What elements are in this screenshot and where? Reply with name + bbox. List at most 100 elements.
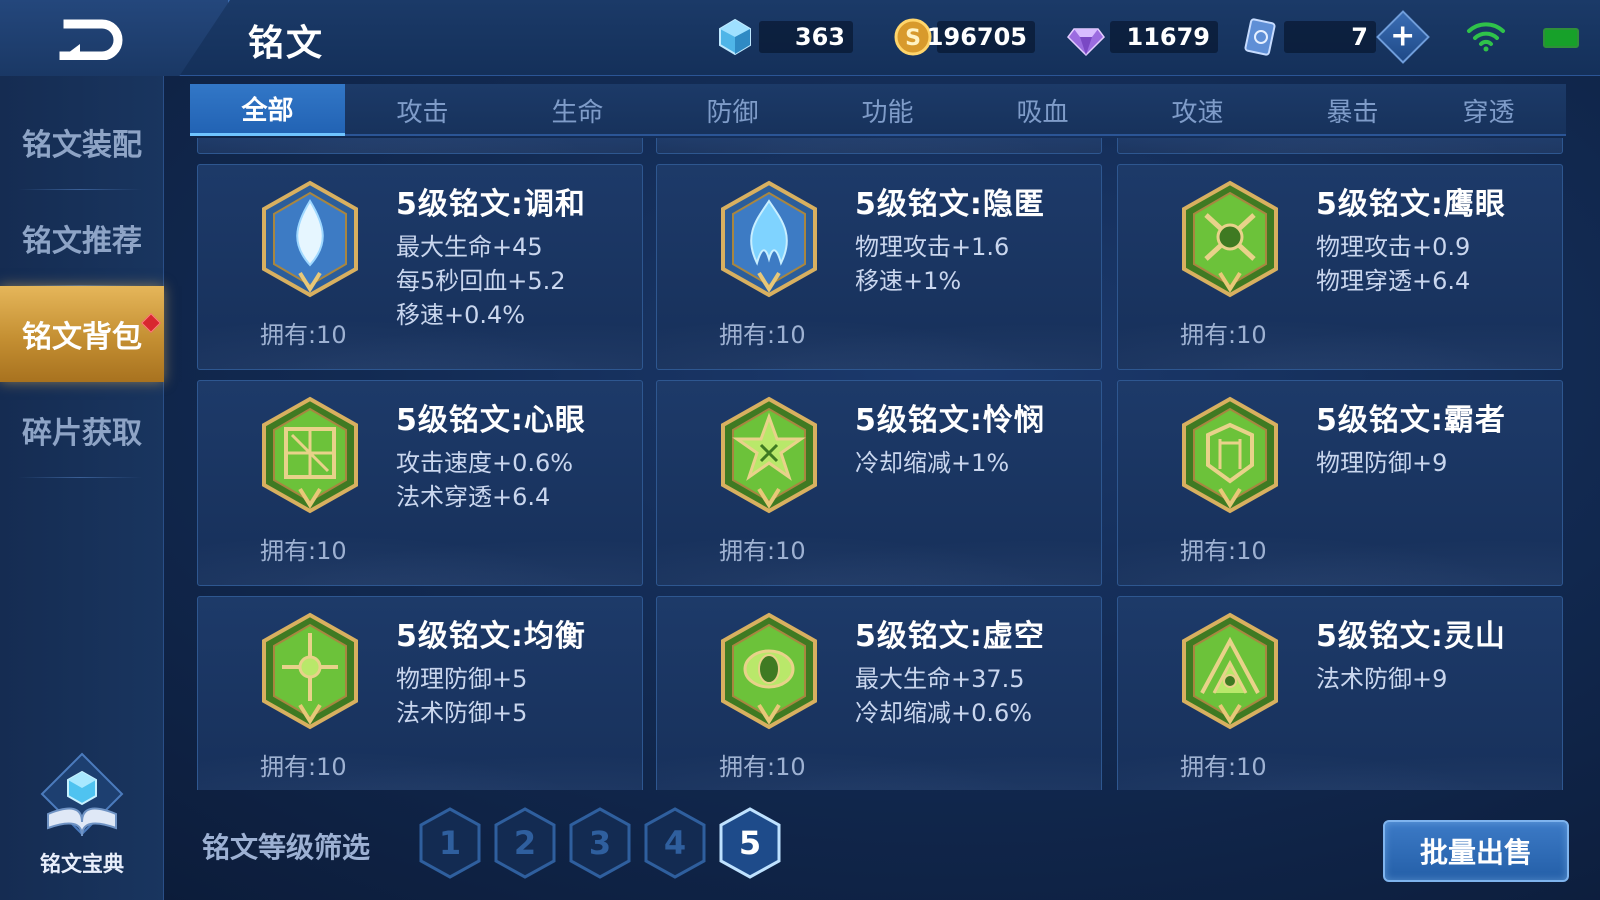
- inscription-card[interactable]: 5级铭文:鹰眼 物理攻击+0.9 物理穿透+6.4 拥有:10: [1117, 164, 1563, 370]
- tab-health[interactable]: 生命: [500, 84, 655, 136]
- spirit-mountain-emblem-icon: [1182, 612, 1278, 730]
- tab-utility[interactable]: 功能: [810, 84, 965, 136]
- owned-count: 拥有:10: [260, 753, 347, 781]
- add-ticket-button[interactable]: +: [1376, 10, 1430, 64]
- gold-counter: S 196705: [893, 17, 1035, 57]
- inscription-card-partial[interactable]: [1117, 138, 1563, 154]
- hawkeye-emblem-icon: [1182, 180, 1278, 298]
- diamond-gem-icon: [1067, 28, 1105, 57]
- overlord-emblem-icon: [1182, 396, 1278, 514]
- sidebar-item-recommend[interactable]: 铭文推荐: [0, 190, 164, 286]
- inscription-card-partial[interactable]: [656, 138, 1102, 154]
- owned-count: 拥有:10: [260, 321, 347, 349]
- ticket-card-icon: [1244, 18, 1276, 56]
- inscription-card[interactable]: 5级铭文:怜悯 冷却缩减+1% 拥有:10: [656, 380, 1102, 586]
- inscription-stat: 最大生命+45: [396, 233, 543, 261]
- page-title: 铭文: [248, 23, 325, 64]
- svg-text:S: S: [905, 26, 921, 51]
- inscription-stat: 每5秒回血+5.2: [396, 267, 566, 295]
- mercy-emblem-icon: [721, 396, 817, 514]
- owned-count: 拥有:10: [1180, 753, 1267, 781]
- inscription-stat: 物理防御+5: [396, 665, 528, 693]
- inscription-stat: 最大生命+37.5: [855, 665, 1025, 693]
- category-tabs: 全部 攻击 生命 防御 功能 吸血 攻速 暴击 穿透: [190, 84, 1566, 136]
- inscription-grid: 5级铭文:调和 最大生命+45 每5秒回血+5.2 移速+0.4% 拥有:10 …: [190, 138, 1566, 790]
- inscription-stat: 移速+0.4%: [396, 301, 526, 329]
- ticket-value: 7: [1284, 21, 1376, 53]
- level-number: 4: [663, 824, 687, 862]
- level-filter-1[interactable]: 1: [417, 806, 483, 880]
- diamond-counter: 11679: [1066, 17, 1218, 57]
- inscription-stat: 冷却缩减+0.6%: [855, 699, 1033, 727]
- level-filter-4[interactable]: 4: [642, 806, 708, 880]
- inscription-stat: 攻击速度+0.6%: [396, 449, 574, 477]
- tab-all[interactable]: 全部: [190, 84, 345, 136]
- blue-crystal-icon: [719, 18, 751, 56]
- sidebar-item-label: 铭文装配: [22, 128, 142, 163]
- inscription-stat: 物理防御+9: [1316, 449, 1448, 477]
- codex-book-icon: [40, 752, 124, 837]
- inscription-name: 5级铭文:均衡: [396, 619, 586, 654]
- battery-icon: [1543, 28, 1579, 48]
- inscription-card[interactable]: 5级铭文:霸者 物理防御+9 拥有:10: [1117, 380, 1563, 586]
- bulk-sell-button[interactable]: 批量出售: [1383, 820, 1569, 882]
- inscription-stat: 物理穿透+6.4: [1316, 267, 1471, 295]
- inscription-name: 5级铭文:调和: [396, 187, 586, 222]
- sidebar-item-label: 铭文推荐: [22, 224, 142, 259]
- inscription-stat: 法术穿透+6.4: [396, 483, 551, 511]
- inscription-screen: 铭文 363 S 196705 11679 7 + 铭文装配 铭文推荐 铭文背包…: [0, 0, 1600, 900]
- sidebar-item-backpack[interactable]: 铭文背包: [0, 286, 164, 382]
- ticket-counter: 7 +: [1240, 10, 1430, 64]
- tab-lifesteal[interactable]: 吸血: [965, 84, 1120, 136]
- owned-count: 拥有:10: [719, 753, 806, 781]
- inscription-card[interactable]: 5级铭文:隐匿 物理攻击+1.6 移速+1% 拥有:10: [656, 164, 1102, 370]
- inscription-name: 5级铭文:灵山: [1316, 619, 1506, 654]
- harmony-emblem-icon: [262, 180, 358, 298]
- stealth-emblem-icon: [721, 180, 817, 298]
- top-bar: 铭文 363 S 196705 11679 7 +: [0, 0, 1600, 76]
- owned-count: 拥有:10: [1180, 321, 1267, 349]
- tab-attack[interactable]: 攻击: [345, 84, 500, 136]
- level-number: 2: [513, 824, 537, 862]
- inscription-card[interactable]: 5级铭文:调和 最大生命+45 每5秒回血+5.2 移速+0.4% 拥有:10: [197, 164, 643, 370]
- inscription-card-partial[interactable]: [197, 138, 643, 154]
- inscription-stat: 法术防御+9: [1316, 665, 1448, 693]
- tab-attack-speed[interactable]: 攻速: [1120, 84, 1275, 136]
- level-number: 3: [588, 824, 612, 862]
- sidebar-item-label: 碎片获取: [22, 416, 142, 451]
- inscription-name: 5级铭文:隐匿: [855, 187, 1045, 222]
- inscription-card[interactable]: 5级铭文:均衡 物理防御+5 法术防御+5 拥有:10: [197, 596, 643, 790]
- blue-crystal-value: 363: [759, 21, 853, 53]
- inscription-stat: 法术防御+5: [396, 699, 528, 727]
- level-number: 1: [438, 824, 462, 862]
- level-filter-label: 铭文等级筛选: [202, 831, 371, 864]
- tab-defense[interactable]: 防御: [655, 84, 810, 136]
- inscription-stat: 冷却缩减+1%: [855, 449, 1010, 477]
- codex-button[interactable]: 铭文宝典: [24, 752, 140, 876]
- inscription-card[interactable]: 5级铭文:灵山 法术防御+9 拥有:10: [1117, 596, 1563, 790]
- gold-value: 196705: [927, 21, 1035, 53]
- inscription-name: 5级铭文:怜悯: [855, 403, 1045, 438]
- sidebar-item-fragments[interactable]: 碎片获取: [0, 382, 164, 478]
- level-filter-3[interactable]: 3: [567, 806, 633, 880]
- codex-label: 铭文宝典: [40, 852, 124, 876]
- tab-critical[interactable]: 暴击: [1275, 84, 1430, 136]
- wifi-icon: [1467, 22, 1505, 52]
- sidebar-item-equip[interactable]: 铭文装配: [0, 94, 164, 190]
- sidebar-item-label: 铭文背包: [22, 320, 142, 355]
- back-arrow-icon[interactable]: [58, 18, 128, 60]
- inscription-name: 5级铭文:心眼: [396, 403, 586, 438]
- mind-eye-emblem-icon: [262, 396, 358, 514]
- level-filter-5[interactable]: 5: [717, 806, 783, 880]
- inscription-stat: 物理攻击+0.9: [1316, 233, 1471, 261]
- tab-penetration[interactable]: 穿透: [1411, 84, 1566, 136]
- diamond-value: 11679: [1110, 21, 1218, 53]
- inscription-card[interactable]: 5级铭文:心眼 攻击速度+0.6% 法术穿透+6.4 拥有:10: [197, 380, 643, 586]
- balance-emblem-icon: [262, 612, 358, 730]
- inscription-name: 5级铭文:鹰眼: [1316, 187, 1506, 222]
- inscription-name: 5级铭文:霸者: [1316, 403, 1506, 438]
- level-number: 5: [738, 824, 762, 862]
- inscription-card[interactable]: 5级铭文:虚空 最大生命+37.5 冷却缩减+0.6% 拥有:10: [656, 596, 1102, 790]
- level-filter-2[interactable]: 2: [492, 806, 558, 880]
- owned-count: 拥有:10: [719, 537, 806, 565]
